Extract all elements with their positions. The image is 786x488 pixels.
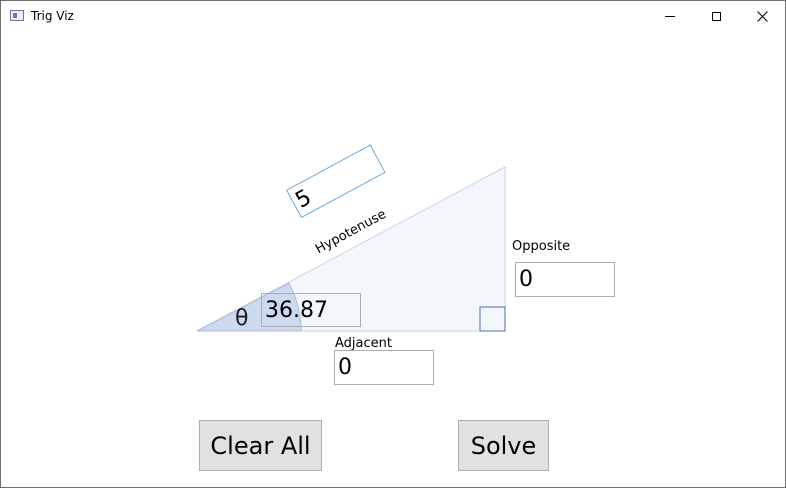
triangle-diagram (196, 166, 506, 332)
opposite-input[interactable] (515, 262, 615, 297)
clear-all-button[interactable]: Clear All (199, 420, 322, 471)
app-window: Trig Viz θ Hypotenuse Opposite Adjacent … (0, 0, 786, 488)
opposite-label: Opposite (512, 239, 571, 254)
adjacent-label: Adjacent (335, 336, 392, 351)
angle-input[interactable] (261, 293, 361, 327)
adjacent-input[interactable] (334, 350, 434, 385)
solve-button[interactable]: Solve (458, 420, 549, 471)
theta-symbol: θ (235, 306, 249, 331)
